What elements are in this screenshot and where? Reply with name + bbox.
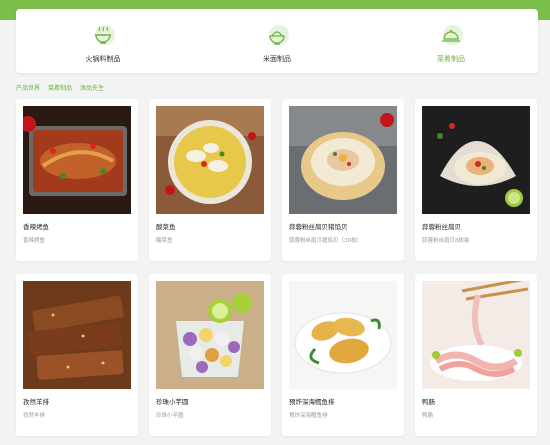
product-title: 孜然羊排 [23,398,49,406]
product-title: 珍珠小芋圆 [156,398,189,406]
product-title: 蒜蓉粉丝扇贝 [422,223,461,231]
product-card[interactable]: 蒜蓉粉丝扇贝 蒜蓉粉丝扇贝8枚装 [415,99,537,261]
product-title: 蒜蓉粉丝扇贝猪馅贝 [289,223,348,231]
duck-intestine-image [422,281,530,389]
tab-rice-noodle[interactable]: 米面制品 [190,9,364,73]
product-card[interactable]: 鸭肠 鸭肠 [415,274,537,436]
breadcrumb-item[interactable]: 产品世界 [16,83,40,92]
product-title: 预炸深海鳕鱼排 [289,398,335,406]
garlic-scallop-image [422,106,530,214]
cumin-lamb-ribs-image [23,281,131,389]
product-subtitle: 孜然羊排 [23,413,46,419]
product-card[interactable]: 珍珠小芋圆 珍珠小芋圆 [149,274,271,436]
product-subtitle: 酸菜鱼 [156,238,173,244]
product-card[interactable]: 蒜蓉粉丝扇贝猪馅贝 蒜蓉粉丝扇贝猪馅贝（30枚） [282,99,404,261]
steamed-scallop-image [289,106,397,214]
product-subtitle: 珍珠小芋圆 [156,413,184,419]
category-tabs: 火锅料制品 米面制品 菜肴制品 [16,9,538,73]
product-title: 鸭肠 [422,398,435,406]
tab-label: 米面制品 [263,55,291,63]
product-card[interactable]: 香辣烤鱼 香辣烤鱼 [16,99,138,261]
dish-cloche-icon [438,23,464,49]
product-subtitle: 预炸深海鳕鱼排 [289,413,328,419]
breadcrumb-item[interactable]: 菜肴制品 [48,83,72,92]
product-card[interactable]: 酸菜鱼 酸菜鱼 [149,99,271,261]
breadcrumb-item[interactable]: 添品先生 [80,83,104,92]
breadcrumb: 产品世界 菜肴制品 添品先生 [16,83,104,92]
grilled-fish-image [23,106,131,214]
product-card[interactable]: 预炸深海鳕鱼排 预炸深海鳕鱼排 [282,274,404,436]
tab-hotpot[interactable]: 火锅料制品 [16,9,190,73]
product-subtitle: 蒜蓉粉丝扇贝猪馅贝（30枚） [289,238,362,244]
hotpot-bowl-icon [90,23,116,49]
product-title: 香辣烤鱼 [23,223,49,231]
rice-bowl-icon [264,23,290,49]
product-subtitle: 蒜蓉粉丝扇贝8枚装 [422,238,470,244]
product-subtitle: 香辣烤鱼 [23,238,46,244]
product-card[interactable]: 孜然羊排 孜然羊排 [16,274,138,436]
pickled-fish-image [156,106,264,214]
tab-dishes[interactable]: 菜肴制品 [364,9,538,73]
product-subtitle: 鸭肠 [422,413,434,419]
taro-balls-image [156,281,264,389]
tab-label: 菜肴制品 [437,55,465,63]
tab-label: 火锅料制品 [85,55,121,63]
fried-cod-image [289,281,397,389]
product-title: 酸菜鱼 [156,223,176,231]
